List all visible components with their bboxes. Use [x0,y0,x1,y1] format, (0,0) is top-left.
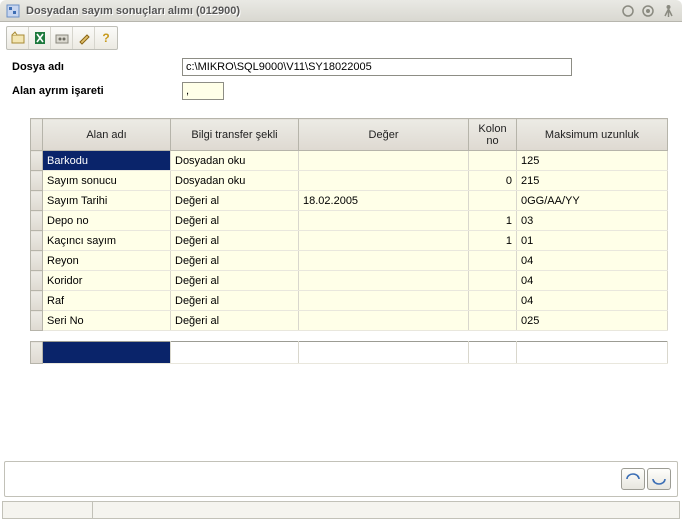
cell-alan[interactable]: Reyon [43,251,171,271]
cell-kolon[interactable] [469,271,517,291]
col-kolon[interactable]: Kolon no [469,119,517,151]
status-bar [2,501,680,519]
cell-alan[interactable]: Seri No [43,311,171,331]
cell-transfer[interactable]: Değeri al [171,271,299,291]
cell-max[interactable]: 04 [517,271,668,291]
cell-transfer[interactable]: Değeri al [171,191,299,211]
table-row[interactable]: Sayım TarihiDeğeri al18.02.2005 0GG/AA/YY [31,191,668,211]
footer-selection-cell[interactable] [43,342,171,364]
cell-alan[interactable]: Sayım Tarihi [43,191,171,211]
cell-transfer[interactable]: Değeri al [171,291,299,311]
cell-kolon[interactable] [469,191,517,211]
open-button[interactable] [7,27,29,49]
cell-alan[interactable]: Koridor [43,271,171,291]
table-row[interactable]: Kaçıncı sayımDeğeri al 101 [31,231,668,251]
cell-alan[interactable]: Kaçıncı sayım [43,231,171,251]
file-label: Dosya adı [12,61,182,73]
cell-transfer[interactable]: Değeri al [171,311,299,331]
table-row[interactable]: Sayım sonucuDosyadan oku 0215 [31,171,668,191]
col-alan-adi[interactable]: Alan adı [43,119,171,151]
cell-kolon[interactable]: 1 [469,211,517,231]
rowhead-corner [31,119,43,151]
cell-max[interactable]: 215 [517,171,668,191]
cell-deger[interactable] [299,251,469,271]
cell-transfer[interactable]: Değeri al [171,231,299,251]
rowhead[interactable] [31,271,43,291]
rowhead[interactable] [31,251,43,271]
maximize-icon[interactable] [640,3,656,19]
footer-bar [4,461,678,497]
footer-rowhead [31,342,43,364]
cell-max[interactable]: 025 [517,311,668,331]
table-row[interactable]: BarkoduDosyadan oku 125 [31,151,668,171]
cell-alan[interactable]: Depo no [43,211,171,231]
cell-max[interactable]: 125 [517,151,668,171]
cell-transfer[interactable]: Değeri al [171,211,299,231]
cell-kolon[interactable] [469,151,517,171]
grid-container: Alan adı Bilgi transfer şekli Değer Kolo… [30,118,668,364]
rowhead[interactable] [31,211,43,231]
table-row[interactable]: Depo noDeğeri al 103 [31,211,668,231]
data-grid[interactable]: Alan adı Bilgi transfer şekli Değer Kolo… [30,118,668,331]
cell-kolon[interactable] [469,291,517,311]
cell-max[interactable]: 01 [517,231,668,251]
cell-alan[interactable]: Raf [43,291,171,311]
minimize-icon[interactable] [620,3,636,19]
cell-max[interactable]: 0GG/AA/YY [517,191,668,211]
cell-deger[interactable] [299,311,469,331]
rowhead[interactable] [31,231,43,251]
cell-deger[interactable] [299,231,469,251]
col-deger[interactable]: Değer [299,119,469,151]
cell-kolon[interactable]: 1 [469,231,517,251]
edit-button[interactable] [73,27,95,49]
cell-kolon[interactable]: 0 [469,171,517,191]
cell-max[interactable]: 04 [517,291,668,311]
rowhead[interactable] [31,291,43,311]
form-area: Dosya adı Alan ayrım işareti [0,50,682,112]
cell-deger[interactable] [299,271,469,291]
cancel-button[interactable] [647,468,671,490]
ok-button[interactable] [621,468,645,490]
cell-deger[interactable]: 18.02.2005 [299,191,469,211]
col-transfer[interactable]: Bilgi transfer şekli [171,119,299,151]
cell-max[interactable]: 03 [517,211,668,231]
table-row[interactable]: ReyonDeğeri al 04 [31,251,668,271]
cell-kolon[interactable] [469,311,517,331]
rowhead[interactable] [31,191,43,211]
cell-kolon[interactable] [469,251,517,271]
cell-transfer[interactable]: Dosyadan oku [171,171,299,191]
cell-deger[interactable] [299,211,469,231]
title-bar[interactable]: Dosyadan sayım sonuçları alımı (012900) [0,0,682,22]
table-row[interactable]: Seri NoDeğeri al 025 [31,311,668,331]
cell-deger[interactable] [299,151,469,171]
cell-alan[interactable]: Sayım sonucu [43,171,171,191]
separator-label: Alan ayrım işareti [12,85,182,97]
tools-button[interactable] [51,27,73,49]
close-icon[interactable] [660,3,676,19]
cell-max[interactable]: 04 [517,251,668,271]
svg-text:?: ? [102,31,109,45]
file-path-input[interactable] [182,58,572,76]
col-maksimum[interactable]: Maksimum uzunluk [517,119,668,151]
status-cell [3,502,93,518]
grid-footer [30,341,668,364]
grid-header-row: Alan adı Bilgi transfer şekli Değer Kolo… [31,119,668,151]
excel-button[interactable] [29,27,51,49]
cell-deger[interactable] [299,171,469,191]
cell-deger[interactable] [299,291,469,311]
toolbar: ? [0,22,682,50]
cell-alan[interactable]: Barkodu [43,151,171,171]
separator-input[interactable] [182,82,224,100]
table-row[interactable]: RafDeğeri al 04 [31,291,668,311]
cell-transfer[interactable]: Dosyadan oku [171,151,299,171]
rowhead[interactable] [31,171,43,191]
help-button[interactable]: ? [95,27,117,49]
window-title: Dosyadan sayım sonuçları alımı (012900) [26,5,616,17]
app-icon [6,4,20,18]
rowhead[interactable] [31,151,43,171]
table-row[interactable]: KoridorDeğeri al 04 [31,271,668,291]
cell-transfer[interactable]: Değeri al [171,251,299,271]
rowhead[interactable] [31,311,43,331]
